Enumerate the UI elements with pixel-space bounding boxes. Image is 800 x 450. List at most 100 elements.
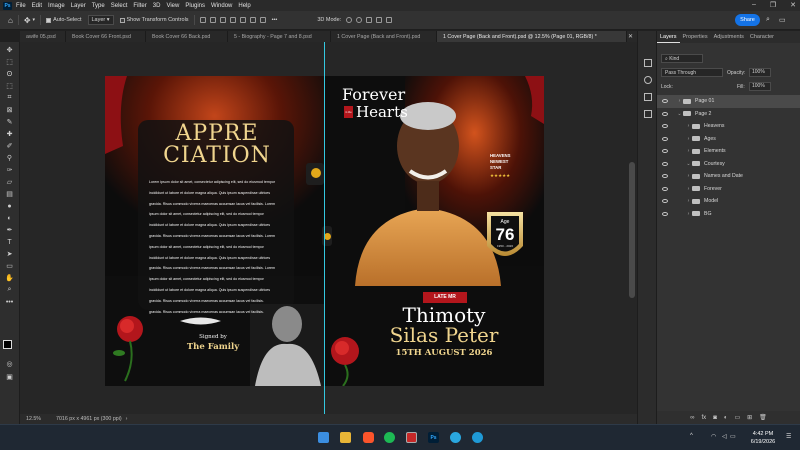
menu-help[interactable]: Help	[238, 3, 250, 9]
eye-icon[interactable]	[662, 199, 668, 204]
blend-mode-dropdown[interactable]: Pass Through	[661, 68, 723, 77]
align-bottom-icon[interactable]	[249, 17, 256, 23]
menu-window[interactable]: Window	[211, 3, 232, 9]
eye-icon[interactable]	[662, 149, 668, 154]
layer-row[interactable]: › Page 01	[657, 95, 800, 108]
layer-row[interactable]: › Names and Date	[657, 170, 800, 183]
scrollbar-thumb[interactable]	[629, 162, 635, 298]
scale-3d-icon[interactable]	[386, 17, 393, 23]
quick-mask-icon[interactable]: ◎	[5, 360, 14, 368]
menu-image[interactable]: Image	[48, 3, 65, 9]
search-icon[interactable]: ⌕	[766, 16, 770, 24]
chevron-up-icon[interactable]: ^	[690, 433, 693, 439]
eye-icon[interactable]	[662, 124, 668, 129]
chevron-right-icon[interactable]: ›	[126, 416, 128, 422]
menu-type[interactable]: Type	[92, 3, 105, 9]
tab-properties[interactable]: Properties	[680, 31, 711, 43]
eye-icon[interactable]	[662, 136, 668, 141]
tab-adjustments[interactable]: Adjustments	[711, 31, 747, 43]
menu-file[interactable]: File	[16, 3, 26, 9]
windows-start-icon[interactable]	[318, 432, 329, 443]
frame-tool-icon[interactable]: ⊠	[5, 106, 14, 114]
notification-icon[interactable]: ☰	[786, 433, 791, 440]
fx-icon[interactable]: fx	[702, 415, 707, 421]
transform-controls-checkbox[interactable]: Show Transform Controls	[119, 17, 189, 23]
brush-tool-icon[interactable]: ✐	[5, 142, 14, 150]
adjustment-icon[interactable]: ◐	[724, 415, 728, 421]
zoom-level[interactable]: 12.5%	[26, 416, 56, 422]
menu-3d[interactable]: 3D	[153, 3, 161, 9]
tab-layers[interactable]: Layers	[657, 31, 680, 43]
edge-browser-icon[interactable]	[472, 432, 483, 443]
volume-icon[interactable]: ◁	[722, 433, 727, 440]
type-tool-icon[interactable]: T	[5, 238, 14, 246]
chevron-down-icon[interactable]: ⌄	[685, 161, 692, 167]
menu-layer[interactable]: Layer	[71, 3, 86, 9]
layer-row[interactable]: › Model	[657, 195, 800, 208]
color-icon[interactable]	[644, 76, 652, 84]
auto-select-dropdown[interactable]: Layer ▾	[87, 15, 114, 25]
workspace-icon[interactable]: ▭	[779, 16, 786, 24]
tab-document[interactable]: 5 - Biography - Page 7 and 8.psd	[228, 31, 331, 42]
healing-brush-icon[interactable]: ✚	[5, 130, 14, 138]
auto-select-checkbox[interactable]: Auto-Select	[46, 17, 82, 23]
chevron-down-icon[interactable]: ▾	[33, 17, 36, 23]
layer-row[interactable]: › BG	[657, 208, 800, 221]
layer-row[interactable]: ⌄ Courtesy	[657, 158, 800, 171]
tab-document[interactable]: Book Cover 66 Back.psd	[146, 31, 228, 42]
tab-document[interactable]: awife 05.psd	[20, 31, 66, 42]
more-options-icon[interactable]: •••	[272, 17, 278, 23]
layer-row[interactable]: › Elements	[657, 145, 800, 158]
media-app-icon[interactable]	[406, 432, 417, 443]
align-center-icon[interactable]	[209, 17, 216, 23]
chevron-right-icon[interactable]: ›	[685, 136, 692, 142]
delete-icon[interactable]: 🗑	[759, 414, 767, 421]
fill-field[interactable]: 100%	[749, 82, 771, 91]
maximize-icon[interactable]: ❐	[770, 1, 776, 9]
slide-3d-icon[interactable]	[376, 17, 383, 23]
layer-row[interactable]: › Forever	[657, 183, 800, 196]
clock[interactable]: 4:42 PM 6/19/2026	[745, 430, 781, 446]
eye-icon[interactable]	[662, 174, 668, 179]
eye-icon[interactable]	[662, 99, 668, 104]
lasso-tool-icon[interactable]: ʘ	[5, 70, 14, 78]
layer-row[interactable]: › Ages	[657, 133, 800, 146]
chevron-right-icon[interactable]: ›	[685, 148, 692, 154]
marquee-tool-icon[interactable]: ⬚	[5, 58, 14, 66]
menu-plugins[interactable]: Plugins	[185, 3, 205, 9]
minimize-icon[interactable]: –	[752, 1, 756, 9]
eye-icon[interactable]	[662, 211, 668, 216]
menu-edit[interactable]: Edit	[32, 3, 42, 9]
chevron-right-icon[interactable]: ›	[676, 98, 683, 104]
chevron-right-icon[interactable]: ›	[685, 198, 692, 204]
layer-row[interactable]: › Heavens	[657, 120, 800, 133]
link-icon[interactable]: ∞	[690, 415, 694, 421]
center-guide-line[interactable]	[324, 42, 325, 424]
file-explorer-icon[interactable]	[340, 432, 351, 443]
eye-icon[interactable]	[662, 186, 668, 191]
orbit-3d-icon[interactable]	[346, 17, 353, 23]
tab-document[interactable]: Book Cover 66 Front.psd	[66, 31, 146, 42]
telegram-icon[interactable]	[450, 432, 461, 443]
tab-character[interactable]: Character	[747, 31, 777, 43]
filter-kind-dropdown[interactable]: ⌕ Kind	[661, 54, 703, 63]
foreground-color-swatch[interactable]	[3, 340, 12, 349]
spotify-icon[interactable]	[384, 432, 395, 443]
blur-tool-icon[interactable]: ●	[5, 202, 14, 210]
zoom-tool-icon[interactable]: ⌕	[5, 286, 14, 294]
clone-stamp-icon[interactable]: ⚲	[5, 154, 14, 162]
path-selection-icon[interactable]: ➤	[5, 250, 14, 258]
align-middle-icon[interactable]	[239, 17, 246, 23]
screen-mode-icon[interactable]: ▣	[5, 373, 14, 381]
eyedropper-icon[interactable]: ✎	[5, 118, 14, 126]
move-tool-icon[interactable]: ✥	[24, 16, 31, 25]
rectangle-tool-icon[interactable]: ▭	[5, 262, 14, 270]
chevron-right-icon[interactable]: ›	[685, 173, 692, 179]
menu-select[interactable]: Select	[111, 3, 128, 9]
chevron-right-icon[interactable]: ›	[685, 186, 692, 192]
swatches-icon[interactable]	[644, 93, 652, 101]
distribute-icon[interactable]	[259, 17, 266, 23]
tab-document[interactable]: 1 Cover Page (Back and Front).psd	[331, 31, 437, 42]
mask-icon[interactable]: ◙	[713, 415, 717, 421]
crop-tool-icon[interactable]: ⌗	[5, 94, 14, 102]
